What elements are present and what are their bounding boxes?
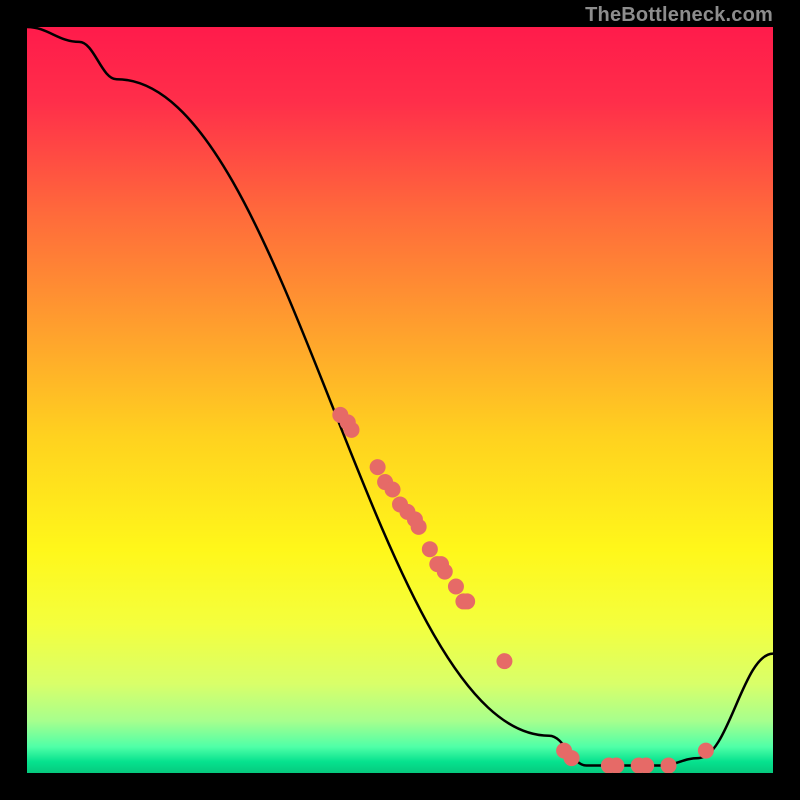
data-marker bbox=[385, 482, 401, 498]
data-marker bbox=[459, 593, 475, 609]
data-marker bbox=[422, 541, 438, 557]
data-marker bbox=[496, 653, 512, 669]
plot-area bbox=[27, 27, 773, 773]
data-markers bbox=[332, 407, 714, 773]
curve-line bbox=[27, 27, 773, 766]
data-marker bbox=[661, 758, 677, 773]
data-marker bbox=[564, 750, 580, 766]
watermark-text: TheBottleneck.com bbox=[585, 4, 773, 27]
chart-overlay bbox=[27, 27, 773, 773]
data-marker bbox=[370, 459, 386, 475]
data-marker bbox=[344, 422, 360, 438]
data-marker bbox=[608, 758, 624, 773]
data-marker bbox=[437, 564, 453, 580]
chart-stage: TheBottleneck.com bbox=[0, 0, 800, 800]
data-marker bbox=[698, 743, 714, 759]
data-marker bbox=[448, 579, 464, 595]
data-marker bbox=[411, 519, 427, 535]
data-marker bbox=[638, 758, 654, 773]
